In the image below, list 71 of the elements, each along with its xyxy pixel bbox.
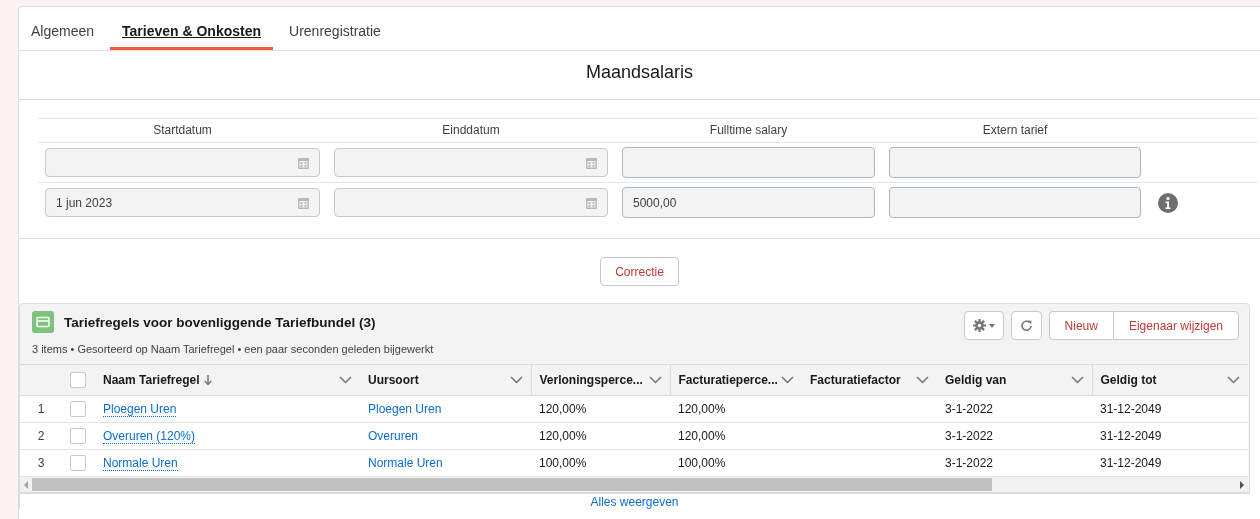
table-cell: 120,00% bbox=[670, 395, 802, 423]
view-all-link[interactable]: Alles weergeven bbox=[590, 495, 679, 509]
date-field[interactable] bbox=[334, 188, 608, 217]
column-header[interactable]: Geldig van bbox=[945, 373, 1007, 387]
calendar-icon bbox=[586, 156, 597, 169]
column-header[interactable]: Naam Tariefregel bbox=[103, 373, 200, 387]
row-number: 1 bbox=[20, 395, 62, 423]
action-button[interactable]: Nieuw bbox=[1048, 311, 1113, 340]
list-status: 3 items • Gesorteerd op Naam Tariefregel • een paar seconden geleden bijgewerkt bbox=[32, 343, 434, 355]
chevron-down-icon[interactable] bbox=[648, 376, 662, 384]
chevron-down-icon[interactable] bbox=[509, 376, 523, 384]
refresh-button[interactable] bbox=[1010, 311, 1042, 340]
table-cell: 31-12-2049 bbox=[1092, 422, 1248, 450]
action-button[interactable]: Eigenaar wijzigen bbox=[1112, 311, 1239, 340]
number-field[interactable] bbox=[889, 187, 1141, 218]
hour-type-link[interactable]: Ploegen Uren bbox=[368, 402, 442, 416]
settings-icon bbox=[972, 319, 986, 332]
sort-arrow-icon[interactable] bbox=[203, 374, 212, 386]
chevron-down-icon[interactable] bbox=[916, 376, 929, 384]
column-header: Extern tarief bbox=[981, 122, 1049, 139]
column-header: Fulltime salary bbox=[708, 122, 789, 139]
table-cell: 31-12-2049 bbox=[1092, 449, 1248, 477]
correction-button[interactable]: Correctie bbox=[600, 257, 679, 286]
record-link[interactable]: Ploegen Uren bbox=[103, 402, 177, 417]
table-cell: 100,00% bbox=[531, 449, 670, 477]
info-icon[interactable] bbox=[1158, 192, 1178, 213]
chevron-down-icon[interactable] bbox=[1070, 376, 1084, 384]
card-icon bbox=[32, 311, 54, 333]
table-cell: 120,00% bbox=[670, 422, 802, 450]
column-header[interactable]: Geldig tot bbox=[1100, 373, 1157, 387]
row-checkbox[interactable] bbox=[70, 428, 86, 444]
column-header[interactable]: Uursoort bbox=[368, 373, 419, 387]
record-link[interactable]: Normale Uren bbox=[103, 456, 178, 471]
hour-type-link[interactable]: Overuren bbox=[368, 429, 419, 443]
calendar-icon bbox=[586, 196, 597, 209]
column-header: Startdatum bbox=[152, 122, 213, 139]
number-field[interactable]: 5000,00 bbox=[622, 187, 875, 218]
section-title: Maandsalaris bbox=[19, 51, 1260, 100]
date-field[interactable]: 1 jun 2023 bbox=[45, 188, 320, 217]
row-number: 3 bbox=[20, 449, 62, 477]
caret-icon bbox=[988, 323, 995, 328]
calendar-icon bbox=[298, 196, 309, 209]
number-field[interactable] bbox=[889, 147, 1141, 178]
tab[interactable]: Urenregistratie bbox=[277, 16, 393, 50]
date-field[interactable] bbox=[334, 148, 608, 177]
column-header: Einddatum bbox=[441, 122, 501, 139]
calendar-icon bbox=[298, 156, 309, 169]
table-cell: 100,00% bbox=[670, 449, 802, 477]
record-link[interactable]: Overuren (120%) bbox=[103, 429, 196, 444]
chevron-down-icon[interactable] bbox=[1227, 376, 1240, 384]
tab[interactable]: Tarieven & Onkosten bbox=[110, 16, 274, 50]
select-all-checkbox[interactable] bbox=[70, 372, 86, 388]
scrollbar-thumb[interactable] bbox=[32, 478, 992, 491]
number-field[interactable] bbox=[622, 147, 875, 178]
hour-type-link[interactable]: Normale Uren bbox=[368, 456, 443, 470]
table-cell: 120,00% bbox=[531, 395, 670, 423]
list-title: Tariefregels voor bovenliggende Tariefbundel (3) bbox=[64, 314, 376, 330]
chevron-down-icon[interactable] bbox=[339, 376, 352, 384]
tab[interactable]: Algemeen bbox=[19, 16, 107, 50]
table-cell: 120,00% bbox=[531, 422, 670, 450]
refresh-icon bbox=[1019, 319, 1033, 332]
row-checkbox[interactable] bbox=[70, 455, 86, 471]
row-checkbox[interactable] bbox=[70, 401, 86, 417]
table-cell: 31-12-2049 bbox=[1092, 395, 1248, 423]
chevron-down-icon[interactable] bbox=[781, 376, 794, 384]
date-field[interactable] bbox=[45, 148, 320, 177]
row-number: 2 bbox=[20, 422, 62, 450]
table-cell: 3-1-2022 bbox=[937, 449, 1092, 477]
table-cell: 3-1-2022 bbox=[937, 395, 1092, 423]
settings-button[interactable] bbox=[963, 311, 1004, 340]
table-cell: 3-1-2022 bbox=[937, 422, 1092, 450]
